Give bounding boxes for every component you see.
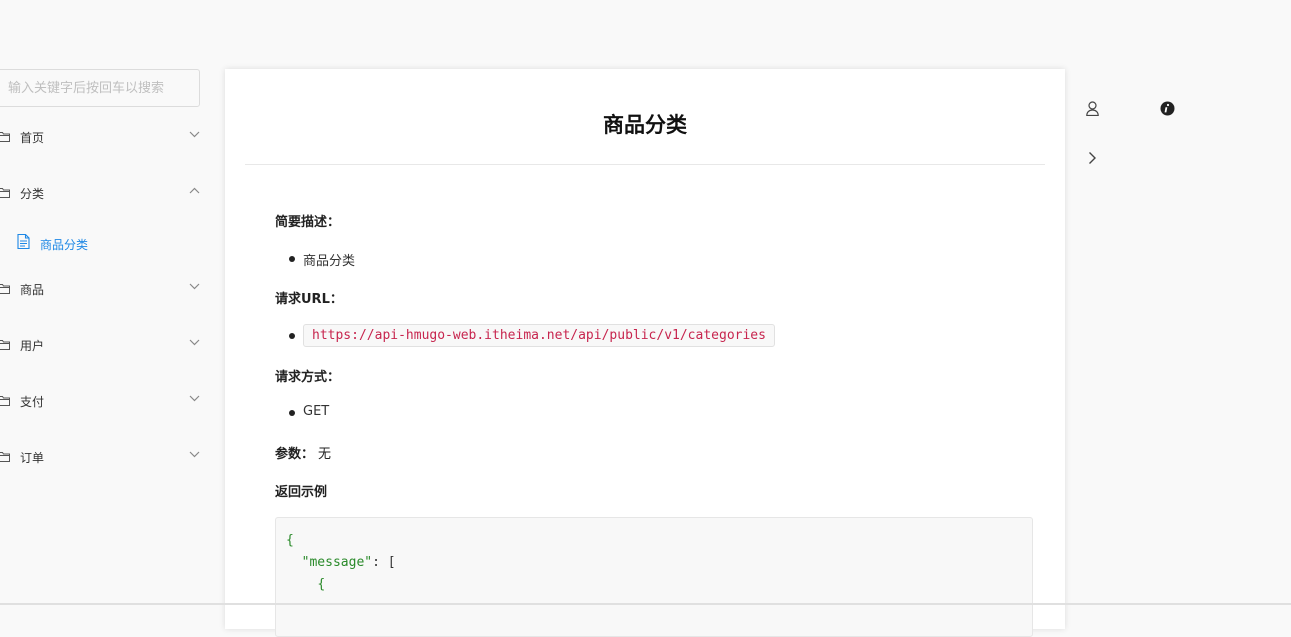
sidebar-subitem-product-category[interactable]: 商品分类: [0, 231, 210, 255]
sidebar-item-label: 用户: [20, 338, 45, 353]
chevron-right-icon[interactable]: [1088, 151, 1097, 165]
chevron-down-icon: [189, 395, 200, 402]
folder-icon: [0, 188, 10, 198]
folder-icon: [0, 132, 10, 142]
method-heading: 请求方式：: [275, 370, 341, 385]
user-icon[interactable]: [1086, 101, 1099, 116]
code-key: "message": [301, 555, 373, 570]
chevron-down-icon: [189, 131, 200, 138]
chevron-down-icon: [189, 283, 200, 290]
params-heading: 参数：: [275, 447, 315, 462]
request-url: https://api-hmugo-web.itheima.net/api/pu…: [303, 324, 775, 347]
sidebar-subitem-label: 商品分类: [40, 238, 89, 252]
title-divider: [245, 164, 1045, 165]
desc-item-text: 商品分类: [303, 254, 356, 269]
code-line: {: [317, 577, 326, 592]
url-heading: 请求URL：: [275, 292, 343, 307]
sidebar-item-user[interactable]: 用户: [0, 333, 210, 357]
info-icon[interactable]: [1160, 101, 1175, 116]
sidebar-item-order[interactable]: 订单: [0, 445, 210, 469]
code-line: {: [286, 533, 294, 548]
chevron-up-icon: [189, 187, 200, 194]
method-item: GET: [289, 404, 329, 419]
sidebar-item-label: 首页: [20, 130, 45, 145]
chevron-down-icon: [189, 451, 200, 458]
search-box[interactable]: [0, 69, 200, 107]
folder-icon: [0, 340, 10, 350]
chevron-down-icon: [189, 339, 200, 346]
sidebar-item-label: 分类: [20, 186, 45, 201]
sidebar-item-label: 商品: [20, 282, 45, 297]
example-heading: 返回示例: [275, 485, 328, 500]
document-icon: [17, 234, 30, 249]
sidebar-item-label: 支付: [20, 394, 45, 409]
sidebar-item-home[interactable]: 首页: [0, 125, 210, 149]
folder-icon: [0, 396, 10, 406]
params-value: 无: [318, 447, 332, 462]
desc-item: 商品分类: [289, 250, 355, 269]
folder-icon: [0, 284, 10, 294]
folder-icon: [0, 452, 10, 462]
code-line: : [: [372, 555, 396, 570]
search-input[interactable]: [0, 70, 199, 106]
page-title: 商品分类: [603, 113, 687, 137]
sidebar-item-payment[interactable]: 支付: [0, 389, 210, 413]
sidebar-item-goods[interactable]: 商品: [0, 277, 210, 301]
method-text: GET: [303, 404, 330, 419]
params-row: 参数：无: [275, 443, 331, 462]
sidebar-item-category[interactable]: 分类: [0, 181, 210, 205]
content-card: 商品分类 简要描述： 商品分类 请求URL： https://api-hmugo…: [225, 69, 1065, 637]
sidebar-item-label: 订单: [20, 450, 45, 465]
response-example-code: { "message": [ {: [275, 517, 1033, 637]
desc-heading: 简要描述：: [275, 215, 341, 230]
